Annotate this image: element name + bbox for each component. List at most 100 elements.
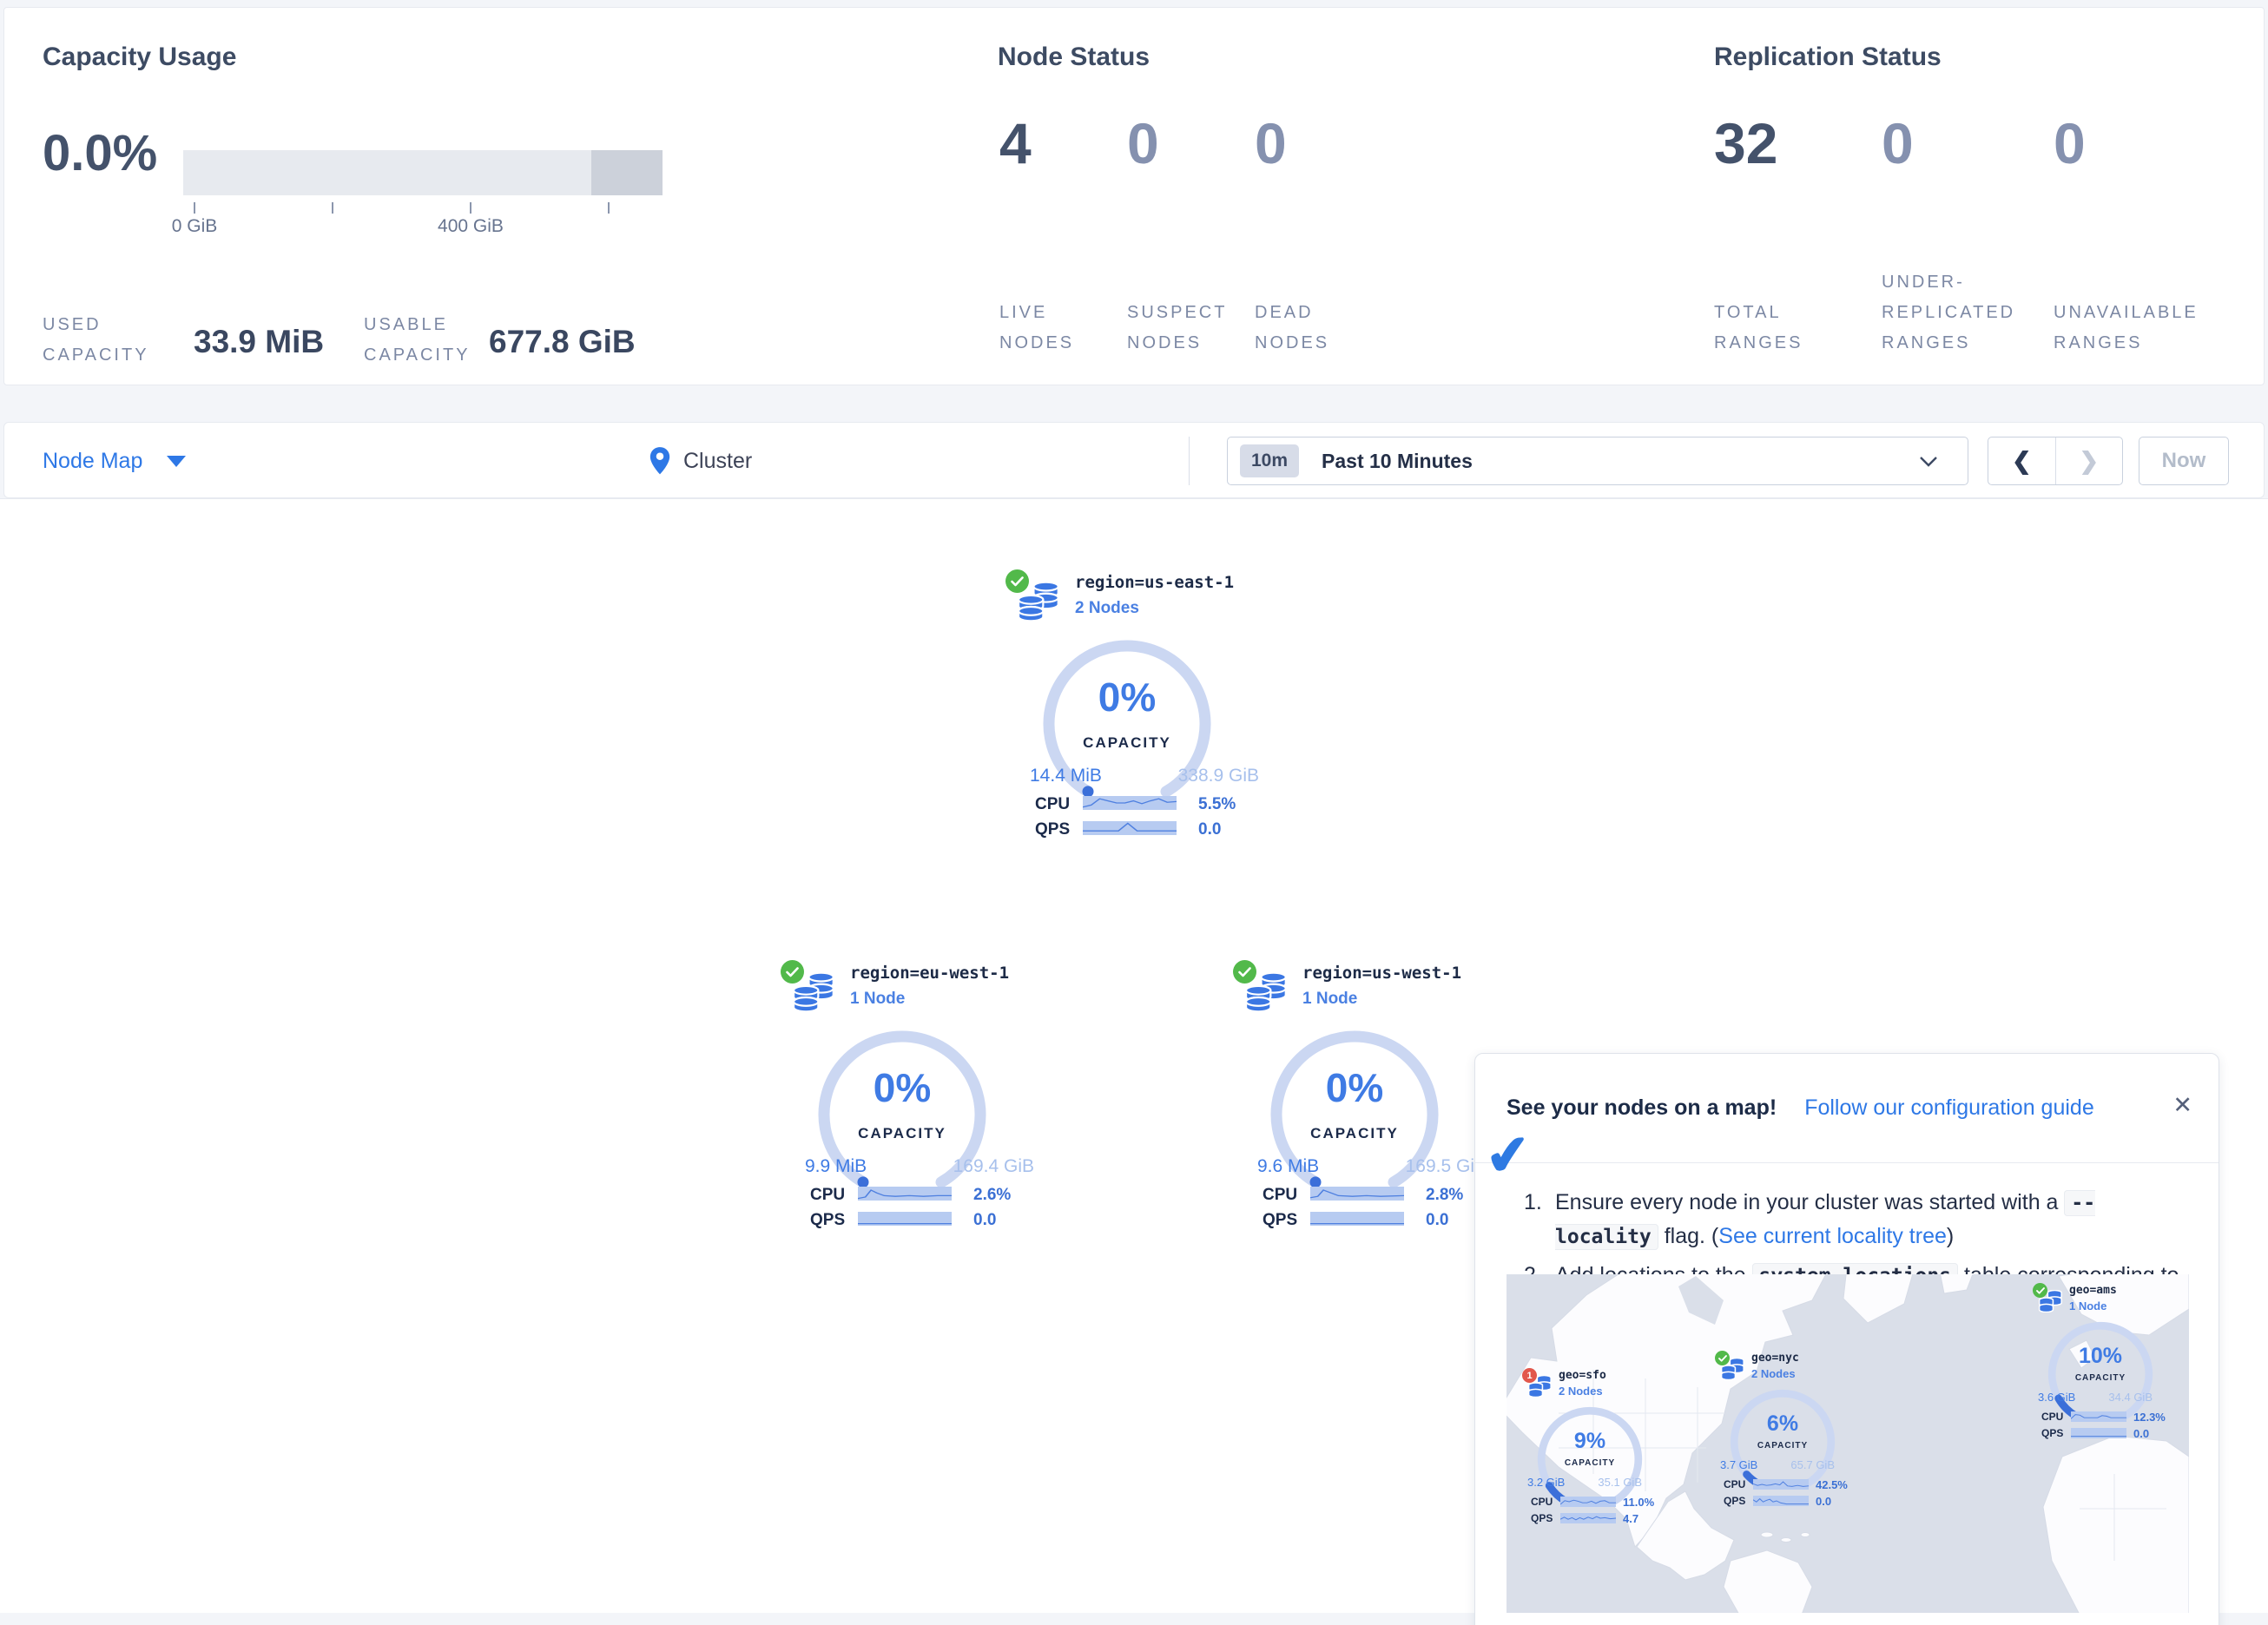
capacity-word: CAPACITY [1040, 734, 1214, 752]
capacity-percent-value: 10% [2079, 1344, 2122, 1368]
qps-value: 0.0 [1198, 820, 1221, 839]
axis-tick [608, 202, 610, 214]
toolbar-divider [1189, 437, 1190, 485]
inline-text: flag. ( [1658, 1224, 1718, 1248]
healthy-check-icon [781, 960, 804, 984]
breadcrumb[interactable]: Cluster [649, 423, 752, 499]
qps-metric-row: QPS 4.7 [1522, 1511, 1654, 1525]
qps-label: QPS [1035, 820, 1070, 839]
cpu-metric-row: CPU 2.8% [1233, 1184, 1493, 1205]
unavailable-count: 0 [2054, 110, 2086, 176]
region-nodes-link[interactable]: 2 Nodes [1075, 599, 1139, 618]
configuration-guide-link[interactable]: Follow our configuration guide [1804, 1095, 2094, 1121]
cpu-label: CPU [1531, 1496, 1553, 1508]
healthy-check-icon [1233, 960, 1256, 984]
region-nodes-link[interactable]: 1 Node [1302, 990, 1357, 1009]
inline-text: ) [1947, 1224, 1954, 1248]
map-node-count: 2 Nodes [1751, 1367, 1796, 1380]
capacity-percent-value: 9% [1574, 1429, 1605, 1453]
capacity-word: CAPACITY [1268, 1125, 1441, 1142]
usable-capacity-label: USABLE CAPACITY [364, 310, 485, 371]
close-icon[interactable]: ✕ [2172, 1092, 2192, 1119]
time-range-label: Past 10 Minutes [1322, 450, 1473, 473]
cpu-value: 42.5% [1816, 1478, 1848, 1491]
inline-link[interactable]: See current locality tree [1718, 1224, 1947, 1248]
breadcrumb-label: Cluster [683, 449, 752, 474]
axis-tick [194, 202, 195, 214]
warning-count-badge: 1 [1522, 1368, 1537, 1383]
qps-sparkline [1560, 1513, 1616, 1523]
total-ranges-count: 32 [1714, 110, 1777, 176]
axis-tick [332, 202, 333, 214]
capacity-bar-segment [591, 150, 663, 195]
cpu-label: CPU [810, 1186, 845, 1205]
qps-metric-row: QPS 0.0 [1005, 819, 1266, 839]
capacity-percent-value: 0% [1098, 674, 1156, 720]
capacity-word: CAPACITY [2047, 1373, 2154, 1383]
now-button[interactable]: Now [2139, 437, 2229, 485]
replication-status-title: Replication Status [1714, 43, 1942, 72]
inline-text: Ensure every node in your cluster was st… [1555, 1190, 2064, 1214]
region-nodes-link[interactable]: 1 Node [850, 990, 905, 1009]
usable-capacity-value: 677.8 GiB [489, 324, 636, 360]
cluster-summary-panel: Capacity Usage 0.0% 0 GiB 400 GiB USED C… [3, 7, 2265, 385]
chevron-down-icon [1919, 455, 1938, 469]
node-total-capacity: 65.7 GiB [1790, 1458, 1835, 1471]
node-total-capacity: 34.4 GiB [2108, 1391, 2153, 1404]
qps-sparkline [858, 1212, 952, 1226]
capacity-percent-value: 0% [874, 1065, 931, 1110]
used-capacity-value: 33.9 MiB [194, 324, 324, 360]
time-prev-button[interactable]: ❮ [1988, 438, 2056, 484]
time-next-button[interactable]: ❯ [2056, 438, 2123, 484]
step-number: 1. [1524, 1186, 1555, 1253]
region-used-capacity: 9.6 MiB [1257, 1156, 1319, 1177]
qps-metric-row: QPS 0.0 [781, 1209, 1041, 1230]
cpu-metric-row: CPU 11.0% [1522, 1495, 1654, 1509]
healthy-check-icon [1005, 569, 1029, 593]
map-node-count: 2 Nodes [1559, 1385, 1603, 1398]
capacity-word: CAPACITY [1536, 1458, 1644, 1468]
step-done-check-icon: ✔ [1482, 1121, 1533, 1188]
qps-metric-row: QPS 0.0 [1715, 1494, 1847, 1508]
qps-metric-row: QPS 0.0 [2033, 1426, 2165, 1440]
capacity-percent-value: 6% [1767, 1411, 1798, 1436]
cpu-metric-row: CPU 12.3% [2033, 1410, 2165, 1424]
region-card-eu-west-1[interactable]: region=eu-west-1 1 Node 0% CAPACITY 9.9 … [781, 957, 1041, 1234]
dead-nodes-label: DEAD NODES [1255, 298, 1350, 359]
map-node-locality: geo=ams [2069, 1284, 2117, 1297]
cpu-value: 11.0% [1623, 1496, 1654, 1509]
cpu-sparkline [1560, 1497, 1616, 1507]
node-used-capacity: 3.7 GiB [1720, 1458, 1757, 1471]
map-pin-icon [649, 446, 671, 476]
region-locality-label: region=eu-west-1 [850, 964, 1009, 983]
region-card-us-west-1[interactable]: region=us-west-1 1 Node 0% CAPACITY 9.6 … [1233, 957, 1493, 1234]
qps-label: QPS [810, 1211, 845, 1230]
node-map-canvas: region=us-east-1 2 Nodes 0% CAPACITY 14.… [0, 498, 2268, 1614]
now-button-label: Now [2162, 449, 2206, 473]
capacity-word: CAPACITY [815, 1125, 989, 1142]
qps-label: QPS [1531, 1512, 1553, 1524]
view-selector-dropdown[interactable]: Node Map [43, 423, 186, 499]
capacity-percent: 0.0% [43, 124, 157, 182]
qps-value: 0.0 [1816, 1495, 1831, 1508]
cluster-overview-page: Capacity Usage 0.0% 0 GiB 400 GiB USED C… [0, 0, 2268, 1625]
axis-tick-label: 400 GiB [438, 216, 504, 237]
axis-tick-label: 0 GiB [172, 216, 218, 237]
region-card-us-east-1[interactable]: region=us-east-1 2 Nodes 0% CAPACITY 14.… [1005, 566, 1266, 844]
qps-sparkline [1083, 821, 1177, 835]
view-selector-label: Node Map [43, 449, 142, 474]
node-used-capacity: 3.2 GiB [1527, 1476, 1565, 1489]
live-nodes-count: 4 [999, 110, 1032, 176]
region-used-capacity: 14.4 MiB [1030, 766, 1102, 786]
live-nodes-label: LIVE NODES [999, 298, 1095, 359]
time-range-badge: 10m [1240, 444, 1299, 477]
under-replicated-count: 0 [1882, 110, 1914, 176]
total-ranges-label: TOTAL RANGES [1714, 298, 1827, 359]
axis-tick [470, 202, 471, 214]
capacity-bar [183, 150, 663, 195]
unavailable-label: UNAVAILABLE RANGES [2054, 298, 2219, 359]
qps-sparkline [1310, 1212, 1404, 1226]
cpu-sparkline [1310, 1187, 1404, 1201]
region-total-capacity: 338.9 GiB [1178, 766, 1259, 786]
time-range-dropdown[interactable]: 10m Past 10 Minutes [1227, 437, 1968, 485]
